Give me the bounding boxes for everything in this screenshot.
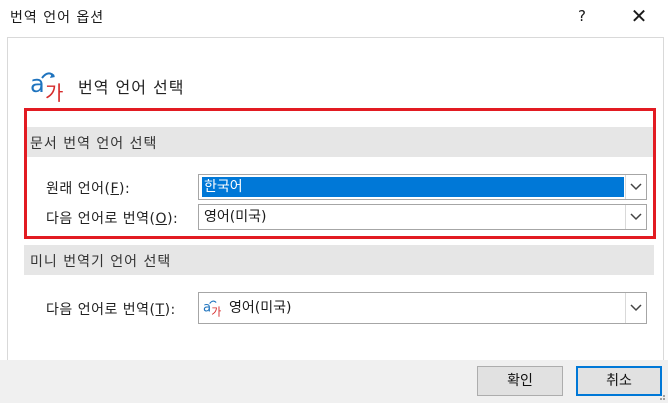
svg-text:가: 가 <box>45 81 63 104</box>
mini-translator-section-header: 미니 번역기 언어 선택 <box>24 245 654 275</box>
svg-text:가: 가 <box>211 306 221 318</box>
translate-icon: a 가 <box>203 300 221 318</box>
title-bar: 번역 언어 옵션 ? ✕ <box>0 0 668 33</box>
translate-icon: a 가 <box>30 70 63 104</box>
chevron-down-icon <box>630 304 642 312</box>
help-button[interactable]: ? <box>570 3 594 29</box>
highlight-box <box>24 108 656 239</box>
window-title: 번역 언어 옵션 <box>10 10 105 26</box>
svg-text:a: a <box>30 70 45 98</box>
ok-button[interactable]: 확인 <box>477 366 563 396</box>
mini-target-language-value: 영어(미국) <box>229 300 292 316</box>
heading-text: 번역 언어 선택 <box>78 78 185 97</box>
resize-grip-icon[interactable] <box>656 391 666 401</box>
close-button[interactable]: ✕ <box>624 3 654 29</box>
mini-target-language-dropdown[interactable]: a 가 영어(미국) <box>198 292 647 324</box>
button-bar: 확인 취소 <box>0 360 668 403</box>
mini-translator-section-title: 미니 번역기 언어 선택 <box>30 254 172 270</box>
mini-target-language-label: 다음 언어로 번역(T): <box>46 302 176 318</box>
cancel-button[interactable]: 취소 <box>576 366 662 396</box>
dropdown-button[interactable] <box>625 293 646 323</box>
